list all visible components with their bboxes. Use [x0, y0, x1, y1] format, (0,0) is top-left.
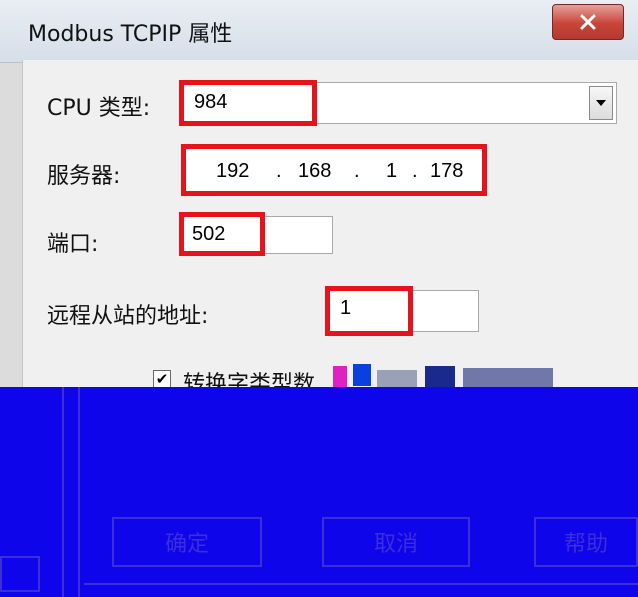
- help-button[interactable]: 帮助: [534, 517, 638, 567]
- port-value: 502: [192, 223, 226, 245]
- dialog-window: Modbus TCPIP 属性 CPU 类型: 984 服务器: 192 . 1…: [0, 0, 638, 597]
- remote-station-label: 远程从站的地址:: [47, 304, 209, 329]
- window-title: Modbus TCPIP 属性: [28, 22, 233, 47]
- ip-octet-2: 168: [298, 160, 332, 182]
- server-label: 服务器:: [47, 164, 121, 189]
- close-icon: [580, 14, 596, 30]
- cpu-type-value: 984: [194, 91, 228, 113]
- glitch-block: [425, 366, 455, 388]
- cancel-button[interactable]: 取消: [322, 517, 470, 567]
- cpu-type-label: CPU 类型:: [47, 96, 151, 121]
- remote-station-field[interactable]: 1: [329, 290, 479, 332]
- ip-octet-1: 192: [216, 160, 250, 182]
- port-field[interactable]: 502: [183, 216, 333, 254]
- close-button[interactable]: [552, 4, 624, 40]
- cpu-type-select[interactable]: 984: [183, 82, 617, 124]
- ip-dot-3: .: [412, 160, 418, 182]
- glitch-block: [353, 364, 371, 386]
- convert-checkbox[interactable]: ✔: [153, 370, 171, 388]
- panel-divider: [78, 387, 80, 597]
- dropdown-button[interactable]: [589, 86, 613, 120]
- panel-divider: [62, 387, 64, 597]
- title-bar[interactable]: Modbus TCPIP 属性: [0, 0, 638, 63]
- port-label: 端口:: [47, 232, 99, 257]
- remote-station-value: 1: [340, 297, 352, 319]
- panel-divider: [84, 583, 638, 585]
- ip-octet-3: 1: [386, 160, 398, 182]
- check-icon: ✔: [155, 369, 169, 388]
- glitch-block: [333, 366, 347, 388]
- chevron-down-icon: [596, 100, 606, 106]
- taskbar-edge: [0, 556, 40, 592]
- server-ip-field[interactable]: 192 . 168 . 1 . 178: [185, 148, 485, 192]
- ip-octet-4: 178: [430, 160, 464, 182]
- ip-dot-1: .: [276, 160, 282, 182]
- ip-dot-2: .: [354, 160, 360, 182]
- ok-button[interactable]: 确定: [112, 517, 262, 567]
